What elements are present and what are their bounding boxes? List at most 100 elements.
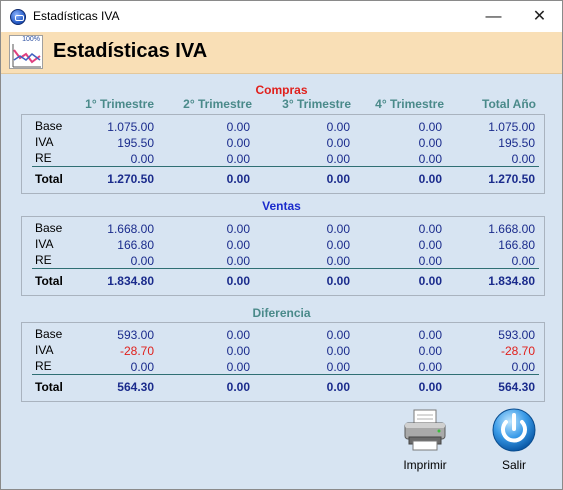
window-title: Estadísticas IVA (33, 9, 120, 23)
value-cell: 0.00 (130, 254, 154, 268)
row-label-iva: IVA (35, 135, 54, 149)
header-banner: 100% Estadísticas IVA (1, 32, 562, 74)
print-button[interactable]: Imprimir (395, 408, 455, 472)
column-header-q4: 4° Trimestre (375, 97, 444, 111)
value-cell: 0.00 (326, 344, 350, 358)
print-button-label: Imprimir (403, 458, 447, 472)
value-cell: 195.50 (117, 136, 154, 150)
exit-button[interactable]: Salir (484, 408, 544, 472)
row-label-re: RE (35, 253, 52, 267)
total-cell: 0.00 (418, 172, 442, 186)
minimize-button[interactable]: — (471, 1, 516, 32)
section-title-diferencia: Diferencia (252, 306, 311, 320)
total-separator (32, 374, 539, 375)
value-cell: 0.00 (226, 344, 250, 358)
value-cell: 0.00 (226, 222, 250, 236)
section-title-compras: Compras (255, 83, 308, 97)
value-cell: 0.00 (226, 238, 250, 252)
row-label-base: Base (35, 327, 63, 341)
total-cell: 0.00 (326, 274, 350, 288)
value-cell: 195.50 (498, 136, 535, 150)
value-cell: 166.80 (498, 238, 535, 252)
total-cell: 0.00 (226, 274, 250, 288)
total-cell: 0.00 (326, 380, 350, 394)
column-header-q3: 3° Trimestre (282, 97, 351, 111)
total-cell: 564.30 (117, 380, 154, 394)
row-label-iva: IVA (35, 343, 54, 357)
value-cell: 0.00 (226, 328, 250, 342)
value-cell: 1.668.00 (488, 222, 535, 236)
value-cell: 0.00 (326, 328, 350, 342)
column-header-total-year: Total Año (482, 97, 536, 111)
value-cell: 0.00 (511, 254, 535, 268)
value-cell: 593.00 (498, 328, 535, 342)
app-icon (10, 9, 26, 25)
page-title: Estadísticas IVA (53, 40, 208, 62)
row-label-base: Base (35, 221, 63, 235)
power-icon (492, 408, 536, 452)
value-cell-negative: -28.70 (500, 344, 535, 358)
row-label-total: Total (35, 172, 63, 186)
value-cell: 0.00 (326, 222, 350, 236)
value-cell: 0.00 (511, 360, 535, 374)
total-cell: 564.30 (498, 380, 535, 394)
column-header-q2: 2° Trimestre (183, 97, 252, 111)
statistics-window: Estadísticas IVA — ✕ 100% Estadísticas I… (0, 0, 563, 490)
value-cell: 1.075.00 (107, 120, 154, 134)
value-cell: 0.00 (130, 152, 154, 166)
row-label-total: Total (35, 274, 63, 288)
value-cell: 0.00 (326, 360, 350, 374)
value-cell: 593.00 (117, 328, 154, 342)
value-cell: 0.00 (130, 360, 154, 374)
total-cell: 0.00 (226, 172, 250, 186)
column-header-q1: 1° Trimestre (85, 97, 154, 111)
row-label-re: RE (35, 151, 52, 165)
value-cell: 0.00 (226, 152, 250, 166)
total-cell: 1.834.80 (107, 274, 154, 288)
compras-table: Base 1.075.00 0.00 0.00 0.00 1.075.00 IV… (21, 114, 545, 194)
value-cell: 0.00 (326, 238, 350, 252)
value-cell: 0.00 (418, 328, 442, 342)
exit-button-label: Salir (501, 458, 526, 472)
value-cell: 0.00 (326, 254, 350, 268)
value-cell: 0.00 (418, 344, 442, 358)
printer-icon (404, 409, 446, 451)
statistics-chart-icon: 100% (9, 35, 43, 69)
value-cell: 0.00 (226, 120, 250, 134)
value-cell: 0.00 (326, 152, 350, 166)
value-cell: 0.00 (326, 136, 350, 150)
diferencia-table: Base 593.00 0.00 0.00 0.00 593.00 IVA -2… (21, 322, 545, 402)
value-cell: 1.668.00 (107, 222, 154, 236)
total-cell: 0.00 (226, 380, 250, 394)
value-cell: 0.00 (418, 222, 442, 236)
value-cell: 0.00 (418, 238, 442, 252)
value-cell: 0.00 (418, 136, 442, 150)
total-cell: 1.270.50 (488, 172, 535, 186)
row-label-iva: IVA (35, 237, 54, 251)
value-cell: 0.00 (418, 254, 442, 268)
row-label-base: Base (35, 119, 63, 133)
value-cell: 0.00 (418, 360, 442, 374)
total-cell: 1.834.80 (488, 274, 535, 288)
total-cell: 0.00 (326, 172, 350, 186)
value-cell: 0.00 (226, 136, 250, 150)
total-cell: 0.00 (418, 380, 442, 394)
total-cell: 0.00 (418, 274, 442, 288)
row-label-re: RE (35, 359, 52, 373)
total-separator (32, 268, 539, 269)
value-cell: 0.00 (511, 152, 535, 166)
value-cell: 0.00 (326, 120, 350, 134)
value-cell: 166.80 (117, 238, 154, 252)
title-bar: Estadísticas IVA — ✕ (1, 1, 562, 32)
ventas-table: Base 1.668.00 0.00 0.00 0.00 1.668.00 IV… (21, 216, 545, 296)
value-cell: 0.00 (418, 120, 442, 134)
value-cell: 0.00 (226, 360, 250, 374)
value-cell: 0.00 (418, 152, 442, 166)
section-title-ventas: Ventas (262, 199, 301, 213)
row-label-total: Total (35, 380, 63, 394)
close-button[interactable]: ✕ (517, 1, 562, 32)
value-cell: 1.075.00 (488, 120, 535, 134)
total-separator (32, 166, 539, 167)
value-cell: 0.00 (226, 254, 250, 268)
total-cell: 1.270.50 (107, 172, 154, 186)
